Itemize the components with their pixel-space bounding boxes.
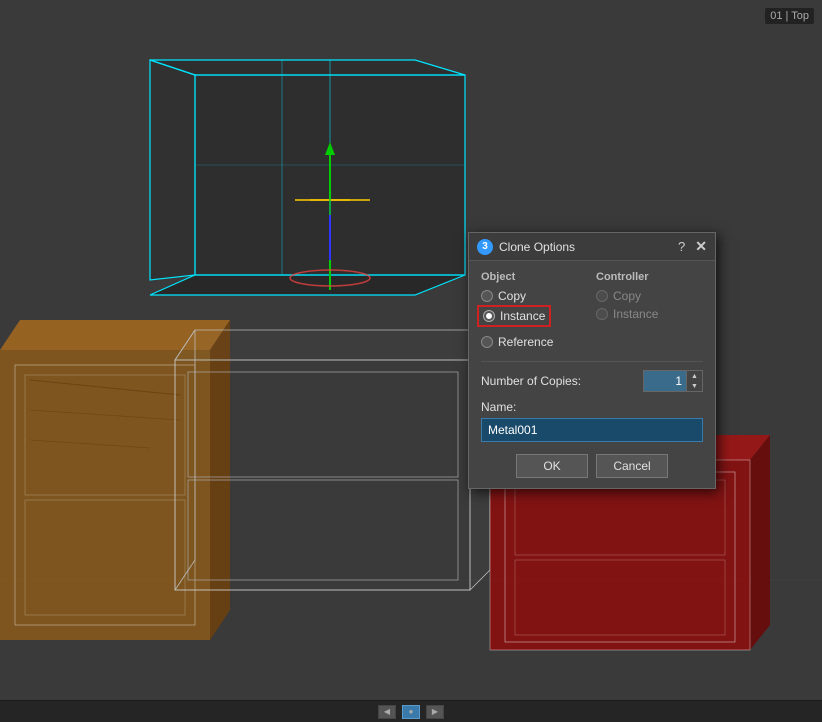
- viewport-label: 01 | Top: [765, 8, 814, 24]
- controller-column: Controller Copy Instance: [596, 271, 703, 349]
- separator-1: [481, 361, 703, 362]
- nav-icon-1[interactable]: ◀: [378, 705, 396, 719]
- object-label: Object: [481, 271, 588, 283]
- viewport: 01 | Top 3 Clone Options ? ✕ Object: [0, 0, 822, 700]
- radio-copy-circle: [481, 290, 493, 302]
- ctrl-radio-copy[interactable]: Copy: [596, 289, 703, 303]
- spinner-down[interactable]: ▼: [687, 381, 702, 391]
- spinner-arrows: ▲ ▼: [686, 371, 702, 391]
- dialog-app-icon: 3: [477, 239, 493, 255]
- ctrl-radio-copy-circle: [596, 290, 608, 302]
- ctrl-radio-instance[interactable]: Instance: [596, 307, 703, 321]
- radio-instance[interactable]: Instance: [481, 307, 588, 325]
- num-copies-label: Number of Copies:: [481, 374, 581, 388]
- num-copies-spinner[interactable]: 1 ▲ ▼: [643, 370, 703, 392]
- radio-instance-label: Instance: [500, 309, 545, 323]
- controller-label: Controller: [596, 271, 703, 283]
- spinner-value: 1: [644, 371, 686, 391]
- num-copies-row: Number of Copies: 1 ▲ ▼: [481, 370, 703, 392]
- radio-reference-label: Reference: [498, 335, 553, 349]
- ctrl-radio-instance-label: Instance: [613, 307, 658, 321]
- dialog-close-button[interactable]: ✕: [695, 238, 707, 255]
- ctrl-radio-copy-label: Copy: [613, 289, 641, 303]
- name-input[interactable]: [481, 418, 703, 442]
- object-radio-group: Copy Instance Reference: [481, 289, 588, 349]
- radio-instance-circle: [483, 310, 495, 322]
- name-label: Name:: [481, 400, 703, 414]
- radio-copy-label: Copy: [498, 289, 526, 303]
- spinner-up[interactable]: ▲: [687, 371, 702, 381]
- nav-icon-active[interactable]: ●: [402, 705, 420, 719]
- cancel-button[interactable]: Cancel: [596, 454, 668, 478]
- radio-reference-circle: [481, 336, 493, 348]
- titlebar-left: 3 Clone Options: [477, 239, 575, 255]
- ok-button[interactable]: OK: [516, 454, 588, 478]
- object-column: Object Copy Instance: [481, 271, 588, 349]
- dialog-body: Object Copy Instance: [469, 261, 715, 488]
- instance-highlight-box: Instance: [477, 305, 551, 327]
- ctrl-radio-instance-circle: [596, 308, 608, 320]
- dialog-title: Clone Options: [499, 240, 575, 254]
- options-columns: Object Copy Instance: [481, 271, 703, 349]
- titlebar-right: ? ✕: [678, 238, 707, 255]
- nav-icon-2[interactable]: ▶: [426, 705, 444, 719]
- dialog-help-button[interactable]: ?: [678, 239, 685, 254]
- dialog-buttons: OK Cancel: [481, 454, 703, 478]
- radio-copy[interactable]: Copy: [481, 289, 588, 303]
- nav-icons: ◀ ● ▶: [378, 705, 444, 719]
- name-section: Name:: [481, 400, 703, 442]
- bottom-status-bar: ◀ ● ▶: [0, 700, 822, 722]
- clone-options-dialog: 3 Clone Options ? ✕ Object Copy: [468, 232, 716, 489]
- dialog-titlebar[interactable]: 3 Clone Options ? ✕: [469, 233, 715, 261]
- radio-reference[interactable]: Reference: [481, 335, 588, 349]
- controller-radio-group: Copy Instance: [596, 289, 703, 321]
